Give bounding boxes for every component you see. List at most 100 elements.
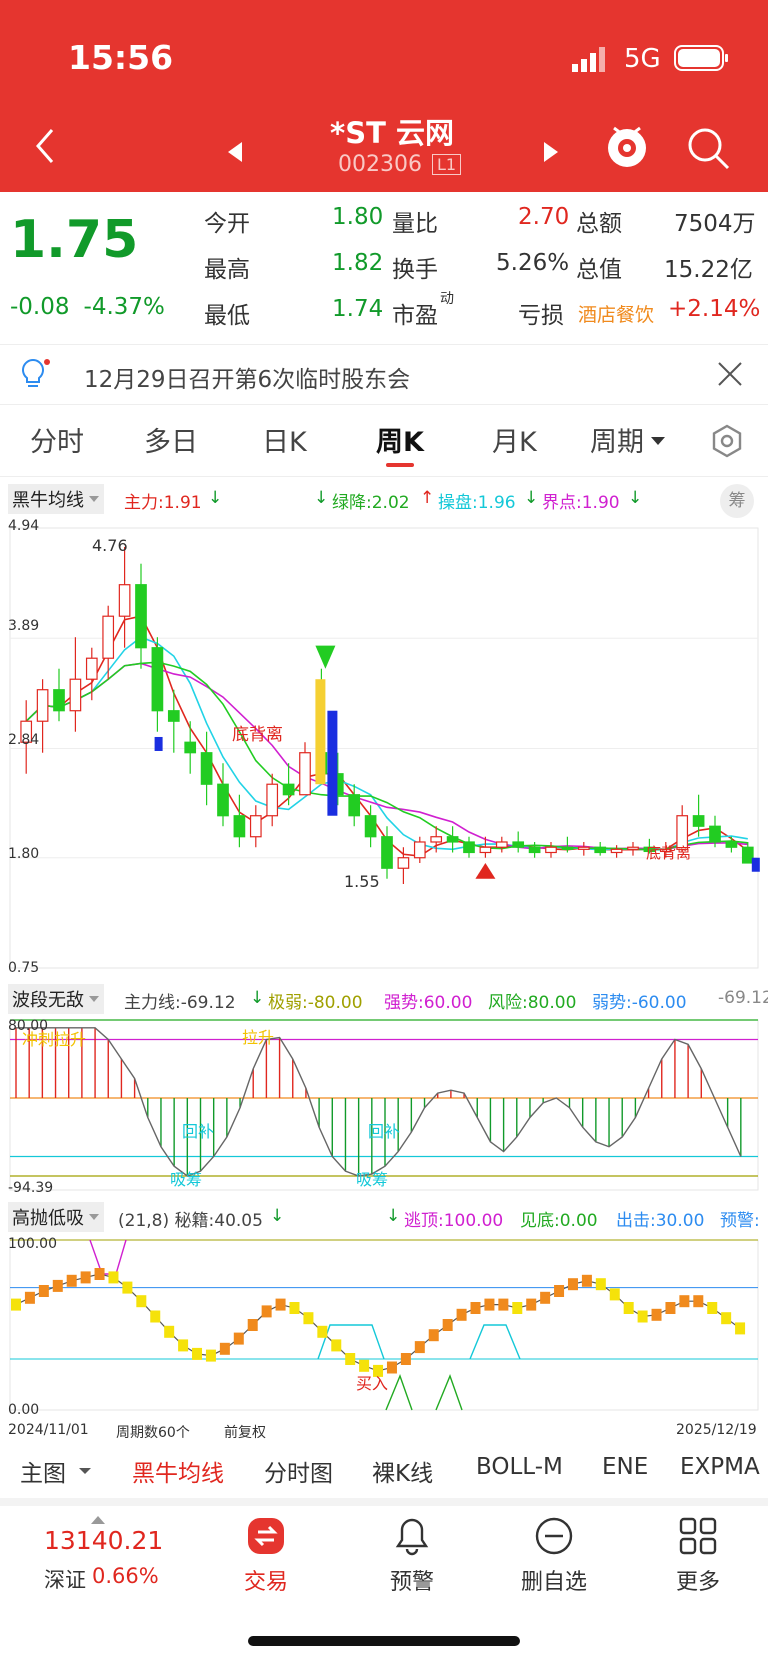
osc2-taoding: 逃顶:100.00: [404, 1211, 504, 1231]
osc2-marker: [24, 1291, 35, 1304]
chou-button[interactable]: 筹: [720, 484, 754, 518]
osc1-selector[interactable]: 波段无敌: [8, 984, 104, 1014]
osc2-marker: [303, 1312, 314, 1325]
pe-sup: 动: [440, 291, 454, 307]
osc2-marker: [122, 1281, 133, 1294]
sector-pct[interactable]: +2.14%: [668, 296, 760, 322]
stock-title: *ST 云网: [330, 116, 454, 150]
osc1-frame: [9, 1019, 759, 1191]
candle-body: [397, 857, 410, 869]
candle-body: [413, 841, 426, 859]
date-end: 2025/12/19: [676, 1422, 757, 1438]
prev-stock-icon[interactable]: [226, 140, 246, 164]
indicator-dropdown-icon: [89, 496, 99, 502]
osc2-marker: [66, 1274, 77, 1287]
index-name-row[interactable]: 深证 0.66%: [44, 1564, 159, 1594]
osc2-marker: [609, 1288, 620, 1301]
turnover-label: 换手: [392, 257, 438, 283]
indicator-tab-heiniu[interactable]: 黑牛均线: [132, 1454, 224, 1488]
candle-body: [167, 710, 180, 722]
candle-body: [200, 752, 213, 785]
trade-icon[interactable]: [246, 1516, 286, 1556]
date-start: 2024/11/01: [8, 1422, 89, 1438]
indicator-tab-fenshi[interactable]: 分时图: [264, 1454, 333, 1488]
indicator-tab-main[interactable]: 主图: [20, 1454, 66, 1488]
search-icon[interactable]: [686, 126, 732, 172]
mcap-label: 总值: [576, 257, 622, 283]
settings-icon[interactable]: [710, 424, 744, 458]
remove-icon[interactable]: [534, 1516, 574, 1556]
osc2-marker: [428, 1329, 439, 1342]
more-label[interactable]: 更多: [668, 1564, 728, 1596]
remove-label[interactable]: 删自选: [514, 1564, 594, 1596]
candle-body: [364, 815, 377, 838]
low-value: 1.74: [332, 296, 384, 322]
candle-body: [233, 815, 246, 838]
osc1-tag-3: 回补: [182, 1122, 215, 1141]
osc2-marker: [623, 1302, 634, 1314]
network-type: 5G: [624, 44, 661, 74]
trade-label[interactable]: 交易: [236, 1564, 296, 1596]
back-icon[interactable]: [30, 126, 60, 166]
amount-label: 总额: [576, 211, 622, 237]
indicator-selector[interactable]: 黑牛均线: [8, 484, 104, 514]
tab-fenshi[interactable]: 分时: [30, 420, 84, 459]
osc1-ruoshi: 弱势:-60.00: [592, 993, 687, 1013]
candle-body: [299, 752, 311, 796]
battery-icon: [674, 44, 730, 72]
osc2-cyan-bump: [469, 1324, 521, 1360]
lvjiang-up-arrow: ↑: [420, 488, 435, 508]
candle-body: [709, 825, 721, 843]
date-bar: 2024/11/01 周期数60个 前复权 2025/12/19: [0, 1420, 768, 1444]
osc2-marker: [80, 1271, 91, 1284]
candle-body: [594, 846, 607, 854]
turnover-value: 5.26%: [496, 250, 570, 276]
osc2-marker: [178, 1339, 189, 1352]
osc2-bottom-label: 0.00: [8, 1402, 40, 1418]
bell-icon[interactable]: [392, 1516, 432, 1556]
bulb-icon: [20, 358, 50, 390]
kline-chart[interactable]: [0, 520, 768, 976]
candle-body: [69, 678, 82, 712]
osc2-marker: [651, 1308, 662, 1321]
osc2-selector[interactable]: 高抛低吸: [8, 1202, 104, 1232]
osc2-marker: [136, 1295, 147, 1308]
main-dropdown-icon: [79, 1468, 91, 1474]
indicator-tab-expma[interactable]: EXPMA: [680, 1454, 768, 1480]
osc1-bottom-label: -94.39: [8, 1180, 54, 1196]
change-value: -0.08: [10, 294, 70, 320]
osc1-tag-2: 拉升: [242, 1028, 275, 1047]
mascot-icon[interactable]: [604, 120, 650, 170]
next-stock-icon[interactable]: [540, 140, 560, 164]
more-icon[interactable]: [678, 1516, 718, 1556]
osc2-marker: [679, 1295, 690, 1308]
tab-zhouk[interactable]: 周K: [376, 420, 424, 459]
tab-yuek[interactable]: 月K: [492, 420, 537, 459]
osc2-marker: [52, 1279, 63, 1292]
candle-body: [53, 689, 65, 712]
zhuli-label: 主力:1.91: [124, 493, 202, 513]
candle-body: [118, 584, 131, 617]
period-count: 周期数60个: [116, 1425, 190, 1441]
tab-zhouqi[interactable]: 周期: [590, 420, 644, 459]
low-label: 最低: [204, 303, 250, 329]
tab-duori[interactable]: 多日: [144, 420, 198, 459]
lvjiang-label: 绿降:2.02: [332, 493, 410, 513]
indicator-tab-luok[interactable]: 裸K线: [372, 1454, 433, 1488]
notice-text[interactable]: 12月29日召开第6次临时股东会: [84, 360, 410, 394]
tab-rik[interactable]: 日K: [262, 420, 307, 459]
candle-body: [692, 815, 705, 827]
jiedian-label: 界点:1.90: [542, 493, 620, 513]
sector-name[interactable]: 酒店餐饮: [578, 300, 654, 327]
osc1-tag-4: 回补: [368, 1122, 401, 1141]
alert-label[interactable]: 预警: [382, 1564, 442, 1596]
osc2-param: (21,8) 秘籍:40.05: [118, 1211, 263, 1231]
candle-body: [249, 815, 262, 838]
close-icon[interactable]: [716, 360, 744, 388]
indicator-tab-boll[interactable]: BOLL-M: [476, 1454, 563, 1480]
osc2-jiandi-peak: [385, 1374, 413, 1411]
indicator-tab-ene[interactable]: ENE: [602, 1454, 648, 1480]
buy-arrow-icon: [475, 862, 496, 879]
index-value[interactable]: 13140.21: [44, 1526, 163, 1555]
amount-value: 7504万: [674, 211, 756, 237]
